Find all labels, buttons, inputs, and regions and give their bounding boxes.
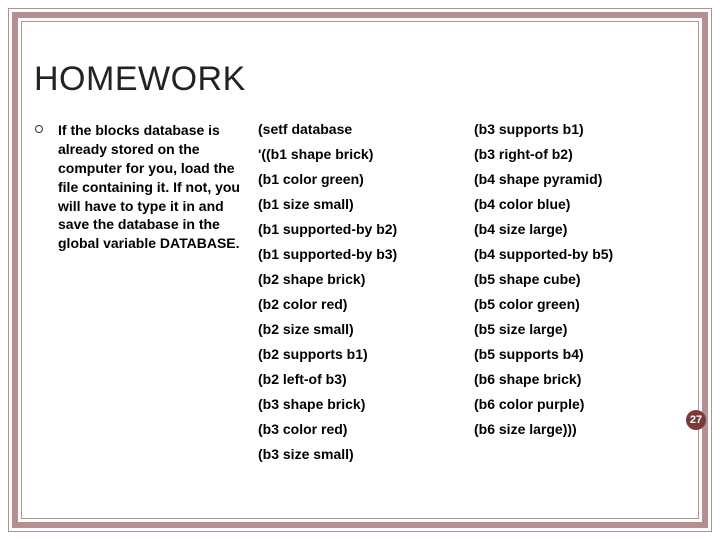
code-line: (b5 size large) xyxy=(474,321,690,337)
code-line: (b5 color green) xyxy=(474,296,690,312)
slide-title: HOMEWORK xyxy=(34,60,690,99)
code-line: '((b1 shape brick) xyxy=(258,146,474,162)
code-line: (b6 shape brick) xyxy=(474,371,690,387)
code-line: (b2 color red) xyxy=(258,296,474,312)
code-line: (b6 size large))) xyxy=(474,421,690,437)
slide-body: If the blocks database is already stored… xyxy=(30,121,690,471)
paragraph-text: If the blocks database is already stored… xyxy=(58,121,248,471)
code-columns: (setf database '((b1 shape brick) (b1 colo… xyxy=(258,121,690,471)
code-column-left: (setf database '((b1 shape brick) (b1 colo… xyxy=(258,121,474,471)
code-line: (b3 size small) xyxy=(258,446,474,462)
page-number-badge: 27 xyxy=(686,410,706,430)
code-line: (b4 color blue) xyxy=(474,196,690,212)
code-line: (b2 left-of b3) xyxy=(258,371,474,387)
code-line: (b3 right-of b2) xyxy=(474,146,690,162)
code-line: (b4 shape pyramid) xyxy=(474,171,690,187)
code-line: (b3 shape brick) xyxy=(258,396,474,412)
code-line: (b1 supported-by b2) xyxy=(258,221,474,237)
code-line: (b1 color green) xyxy=(258,171,474,187)
code-line: (b1 size small) xyxy=(258,196,474,212)
code-line: (b1 supported-by b3) xyxy=(258,246,474,262)
code-line: (b5 shape cube) xyxy=(474,271,690,287)
code-line: (b3 color red) xyxy=(258,421,474,437)
code-line: (b4 size large) xyxy=(474,221,690,237)
bullet-column xyxy=(30,121,48,471)
code-line: (b5 supports b4) xyxy=(474,346,690,362)
code-line: (b6 color purple) xyxy=(474,396,690,412)
code-line: (b4 supported-by b5) xyxy=(474,246,690,262)
code-line: (b2 size small) xyxy=(258,321,474,337)
code-column-right: (b3 supports b1) (b3 right-of b2) (b4 shap… xyxy=(474,121,690,471)
code-line: (b2 shape brick) xyxy=(258,271,474,287)
bullet-icon xyxy=(35,125,43,133)
code-line: (b2 supports b1) xyxy=(258,346,474,362)
code-line: (setf database xyxy=(258,121,474,137)
code-line: (b3 supports b1) xyxy=(474,121,690,137)
slide-content: HOMEWORK If the blocks database is alrea… xyxy=(30,30,690,510)
